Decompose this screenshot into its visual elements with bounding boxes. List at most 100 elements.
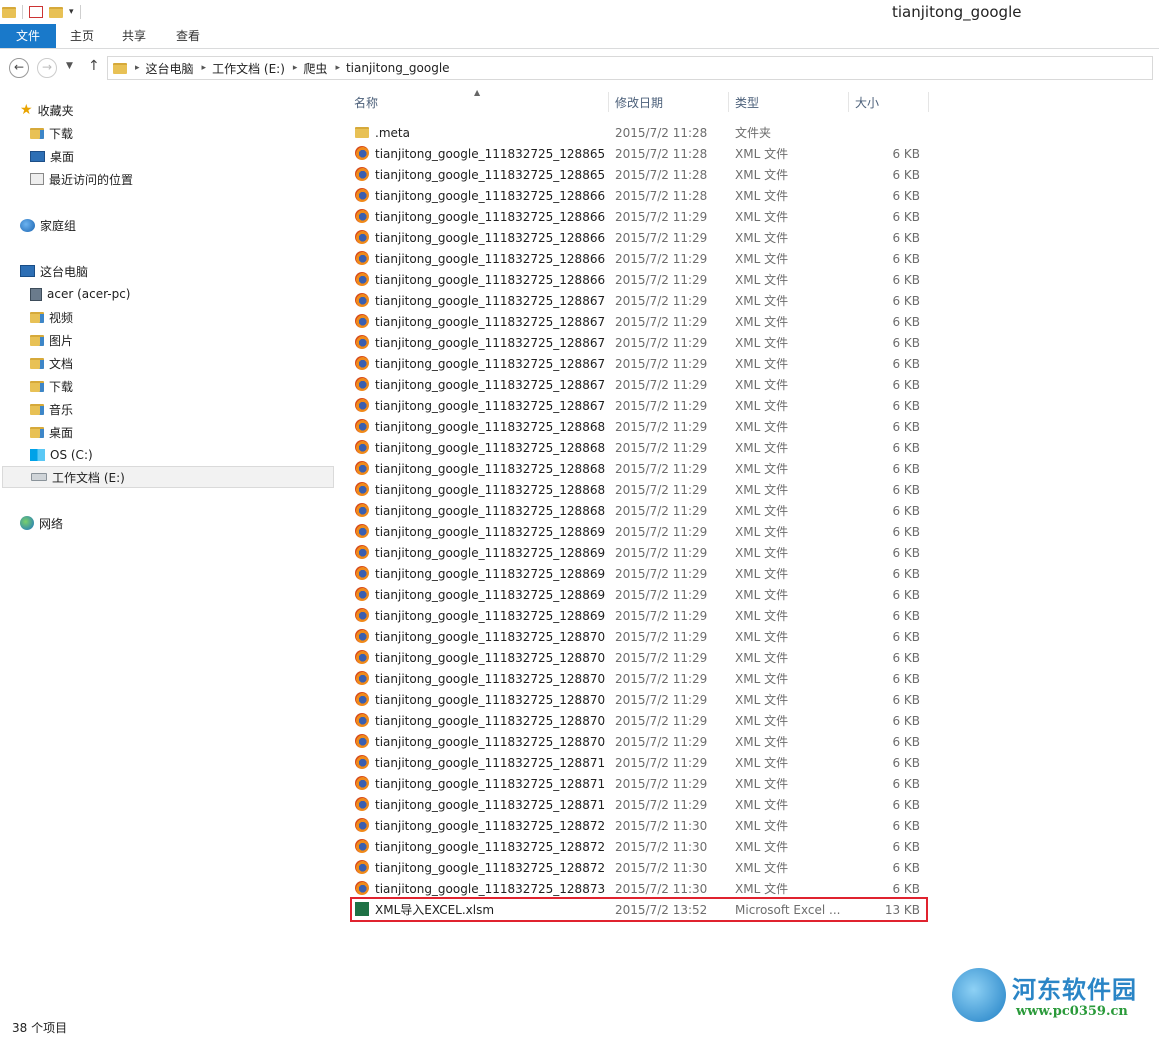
file-row[interactable]: tianjitong_google_111832725_128867... 201…: [352, 311, 926, 332]
file-row[interactable]: tianjitong_google_111832725_128866... 201…: [352, 248, 926, 269]
file-row[interactable]: tianjitong_google_111832725_128866... 201…: [352, 206, 926, 227]
column-header-type[interactable]: 类型: [735, 90, 759, 114]
nav-videos[interactable]: 视频: [30, 306, 73, 328]
chevron-down-icon: ▼: [66, 61, 73, 71]
nav-homegroup[interactable]: 家庭组: [20, 214, 76, 236]
nav-label: OS (C:): [50, 448, 93, 462]
file-date: 2015/7/2 11:29: [615, 293, 708, 308]
nav-drive-c[interactable]: OS (C:): [30, 444, 93, 466]
chevron-right-icon[interactable]: ▸: [135, 63, 140, 73]
file-row[interactable]: tianjitong_google_111832725_128870... 201…: [352, 710, 926, 731]
nav-label: 图片: [49, 333, 74, 348]
file-type: XML 文件: [735, 693, 789, 707]
column-header-size[interactable]: 大小: [855, 90, 879, 114]
recent-locations-button[interactable]: ▼: [66, 61, 73, 71]
column-divider[interactable]: [608, 92, 609, 112]
file-row[interactable]: tianjitong_google_111832725_128867... 201…: [352, 374, 926, 395]
nav-favorites[interactable]: ★ 收藏夹: [20, 99, 74, 121]
nav-favorites-desktop[interactable]: 桌面: [30, 145, 74, 167]
file-type: XML 文件: [735, 714, 789, 728]
new-folder-icon[interactable]: [49, 6, 63, 18]
file-row[interactable]: tianjitong_google_111832725_128870... 201…: [352, 647, 926, 668]
firefox-icon: [355, 734, 369, 748]
file-row[interactable]: tianjitong_google_111832725_128872... 201…: [352, 857, 926, 878]
column-header-date[interactable]: 修改日期: [615, 90, 663, 114]
nav-documents[interactable]: 文档: [30, 352, 73, 374]
file-row[interactable]: tianjitong_google_111832725_128866... 201…: [352, 269, 926, 290]
column-divider[interactable]: [928, 92, 929, 112]
breadcrumb-current-folder[interactable]: tianjitong_google: [346, 61, 450, 75]
chevron-right-icon[interactable]: ▸: [335, 63, 340, 73]
file-row[interactable]: tianjitong_google_111832725_128865... 201…: [352, 164, 926, 185]
chevron-right-icon[interactable]: ▸: [202, 63, 207, 73]
file-row[interactable]: tianjitong_google_111832725_128871... 201…: [352, 752, 926, 773]
file-row[interactable]: tianjitong_google_111832725_128868... 201…: [352, 458, 926, 479]
file-row[interactable]: tianjitong_google_111832725_128868... 201…: [352, 500, 926, 521]
file-size: 6 KB: [892, 419, 920, 434]
file-type: XML 文件: [735, 882, 789, 896]
file-row[interactable]: tianjitong_google_111832725_128870... 201…: [352, 626, 926, 647]
chevron-right-icon[interactable]: ▸: [293, 63, 298, 73]
file-name: tianjitong_google_111832725_128868...: [375, 482, 605, 497]
file-date: 2015/7/2 11:29: [615, 587, 708, 602]
file-row[interactable]: tianjitong_google_111832725_128869... 201…: [352, 521, 926, 542]
file-row[interactable]: tianjitong_google_111832725_128870... 201…: [352, 731, 926, 752]
file-row[interactable]: tianjitong_google_111832725_128867... 201…: [352, 395, 926, 416]
breadcrumb-this-pc[interactable]: 这台电脑: [146, 60, 194, 77]
file-row[interactable]: tianjitong_google_111832725_128867... 201…: [352, 290, 926, 311]
tab-view[interactable]: 查看: [164, 24, 212, 48]
file-row[interactable]: tianjitong_google_111832725_128867... 201…: [352, 332, 926, 353]
file-row[interactable]: tianjitong_google_111832725_128869... 201…: [352, 605, 926, 626]
file-row[interactable]: tianjitong_google_111832725_128869... 201…: [352, 584, 926, 605]
breadcrumb-crawler[interactable]: 爬虫: [303, 60, 327, 77]
file-row[interactable]: tianjitong_google_111832725_128869... 201…: [352, 563, 926, 584]
file-row[interactable]: tianjitong_google_111832725_128870... 201…: [352, 668, 926, 689]
file-row[interactable]: tianjitong_google_111832725_128865... 201…: [352, 143, 926, 164]
file-row[interactable]: tianjitong_google_111832725_128870... 201…: [352, 689, 926, 710]
file-row[interactable]: tianjitong_google_111832725_128872... 201…: [352, 836, 926, 857]
properties-icon[interactable]: [29, 6, 43, 18]
nav-drive-e[interactable]: 工作文档 (E:): [2, 466, 334, 488]
tab-share[interactable]: 共享: [110, 24, 158, 48]
file-row[interactable]: tianjitong_google_111832725_128869... 201…: [352, 542, 926, 563]
nav-label: 收藏夹: [37, 103, 74, 118]
file-row[interactable]: tianjitong_google_111832725_128872... 201…: [352, 815, 926, 836]
file-row[interactable]: tianjitong_google_111832725_128871... 201…: [352, 794, 926, 815]
nav-downloads[interactable]: 下载: [30, 375, 73, 397]
firefox-icon: [355, 230, 369, 244]
tab-home[interactable]: 主页: [58, 24, 106, 48]
file-date: 2015/7/2 11:29: [615, 377, 708, 392]
file-row[interactable]: tianjitong_google_111832725_128871... 201…: [352, 773, 926, 794]
column-divider[interactable]: [728, 92, 729, 112]
nav-acer-pc[interactable]: acer (acer-pc): [30, 283, 131, 305]
file-type: XML 文件: [735, 588, 789, 602]
file-row[interactable]: .meta 2015/7/2 11:28 文件夹: [352, 122, 926, 143]
file-row[interactable]: tianjitong_google_111832725_128868... 201…: [352, 479, 926, 500]
file-row-highlighted[interactable]: XML导入EXCEL.xlsm 2015/7/2 13:52 Microsoft E…: [350, 897, 928, 922]
column-header-name[interactable]: 名称: [354, 90, 378, 114]
nav-pictures[interactable]: 图片: [30, 329, 73, 351]
file-row[interactable]: tianjitong_google_111832725_128866... 201…: [352, 185, 926, 206]
nav-this-pc[interactable]: 这台电脑: [20, 260, 88, 282]
firefox-icon: [355, 146, 369, 160]
nav-desktop[interactable]: 桌面: [30, 421, 73, 443]
file-name: tianjitong_google_111832725_128866...: [375, 209, 605, 224]
file-row[interactable]: tianjitong_google_111832725_128868... 201…: [352, 416, 926, 437]
file-row[interactable]: tianjitong_google_111832725_128866... 201…: [352, 227, 926, 248]
file-row[interactable]: tianjitong_google_111832725_128868... 201…: [352, 437, 926, 458]
nav-favorites-recent[interactable]: 最近访问的位置: [30, 168, 133, 190]
nav-network[interactable]: 网络: [20, 512, 63, 534]
up-button[interactable]: ↑: [88, 58, 100, 74]
back-button[interactable]: ←: [9, 58, 29, 78]
file-row[interactable]: tianjitong_google_111832725_128867... 201…: [352, 353, 926, 374]
tab-file[interactable]: 文件: [0, 24, 56, 48]
forward-button[interactable]: →: [37, 58, 57, 78]
customize-dropdown-icon[interactable]: ▾: [69, 7, 74, 17]
file-row[interactable]: tianjitong_google_111832725_128873... 201…: [352, 878, 926, 899]
column-divider[interactable]: [848, 92, 849, 112]
breadcrumb-drive-e[interactable]: 工作文档 (E:): [212, 60, 285, 77]
file-type: XML 文件: [735, 504, 789, 518]
nav-music[interactable]: 音乐: [30, 398, 73, 420]
nav-favorites-downloads[interactable]: 下载: [30, 122, 73, 144]
address-bar[interactable]: ▸ 这台电脑 ▸ 工作文档 (E:) ▸ 爬虫 ▸ tianjitong_goo…: [107, 56, 1153, 80]
